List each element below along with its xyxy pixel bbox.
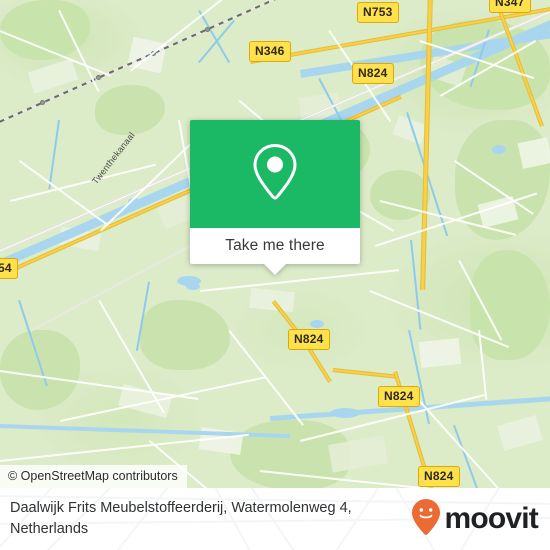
footer-content: Daalwijk Frits Meubelstoffeerderij, Wate… bbox=[0, 488, 550, 550]
road-shield-54[interactable]: 54 bbox=[0, 258, 18, 279]
map-canvas[interactable]: Twenthekanaal N753 N347 N346 N824 54 N82… bbox=[0, 0, 550, 488]
map-pin-icon bbox=[248, 141, 302, 208]
map-field bbox=[418, 337, 462, 369]
map-pond bbox=[492, 145, 506, 154]
road-shield-n753[interactable]: N753 bbox=[357, 2, 399, 23]
map-pond bbox=[330, 408, 360, 418]
moovit-pin-smiley-icon bbox=[411, 498, 441, 541]
popup-action-bar[interactable]: Take me there bbox=[190, 228, 360, 275]
road-shield-n824-north[interactable]: N824 bbox=[352, 63, 394, 84]
place-name-label: Daalwijk Frits Meubelstoffeerderij, Wate… bbox=[10, 500, 352, 537]
road-shield-n824-mid[interactable]: N824 bbox=[288, 329, 330, 350]
map-forest-area bbox=[370, 170, 430, 220]
moovit-logo[interactable]: moovit bbox=[411, 498, 539, 541]
take-me-there-label: Take me there bbox=[225, 237, 325, 254]
map-screenshot-root: Twenthekanaal N753 N347 N346 N824 54 N82… bbox=[0, 0, 550, 550]
moovit-wordmark: moovit bbox=[444, 502, 538, 535]
osm-attribution[interactable]: © OpenStreetMap contributors bbox=[0, 465, 187, 488]
map-railway-station-marker bbox=[205, 27, 210, 32]
map-pond bbox=[310, 320, 324, 328]
footer-bar: Daalwijk Frits Meubelstoffeerderij, Wate… bbox=[0, 488, 550, 550]
map-railway-station-marker bbox=[40, 100, 45, 105]
road-shield-n346[interactable]: N346 bbox=[249, 41, 291, 62]
road-shield-n824-bottom[interactable]: N824 bbox=[418, 466, 460, 487]
road-shield-n824-south[interactable]: N824 bbox=[378, 386, 420, 407]
road-shield-n347[interactable]: N347 bbox=[489, 0, 531, 13]
popup-header bbox=[190, 120, 360, 228]
popup-pointer-tail bbox=[264, 264, 286, 275]
location-popup-card[interactable]: Take me there bbox=[190, 120, 360, 275]
map-pond bbox=[186, 283, 200, 290]
map-railway-station-marker bbox=[96, 75, 101, 80]
map-field bbox=[517, 137, 550, 169]
